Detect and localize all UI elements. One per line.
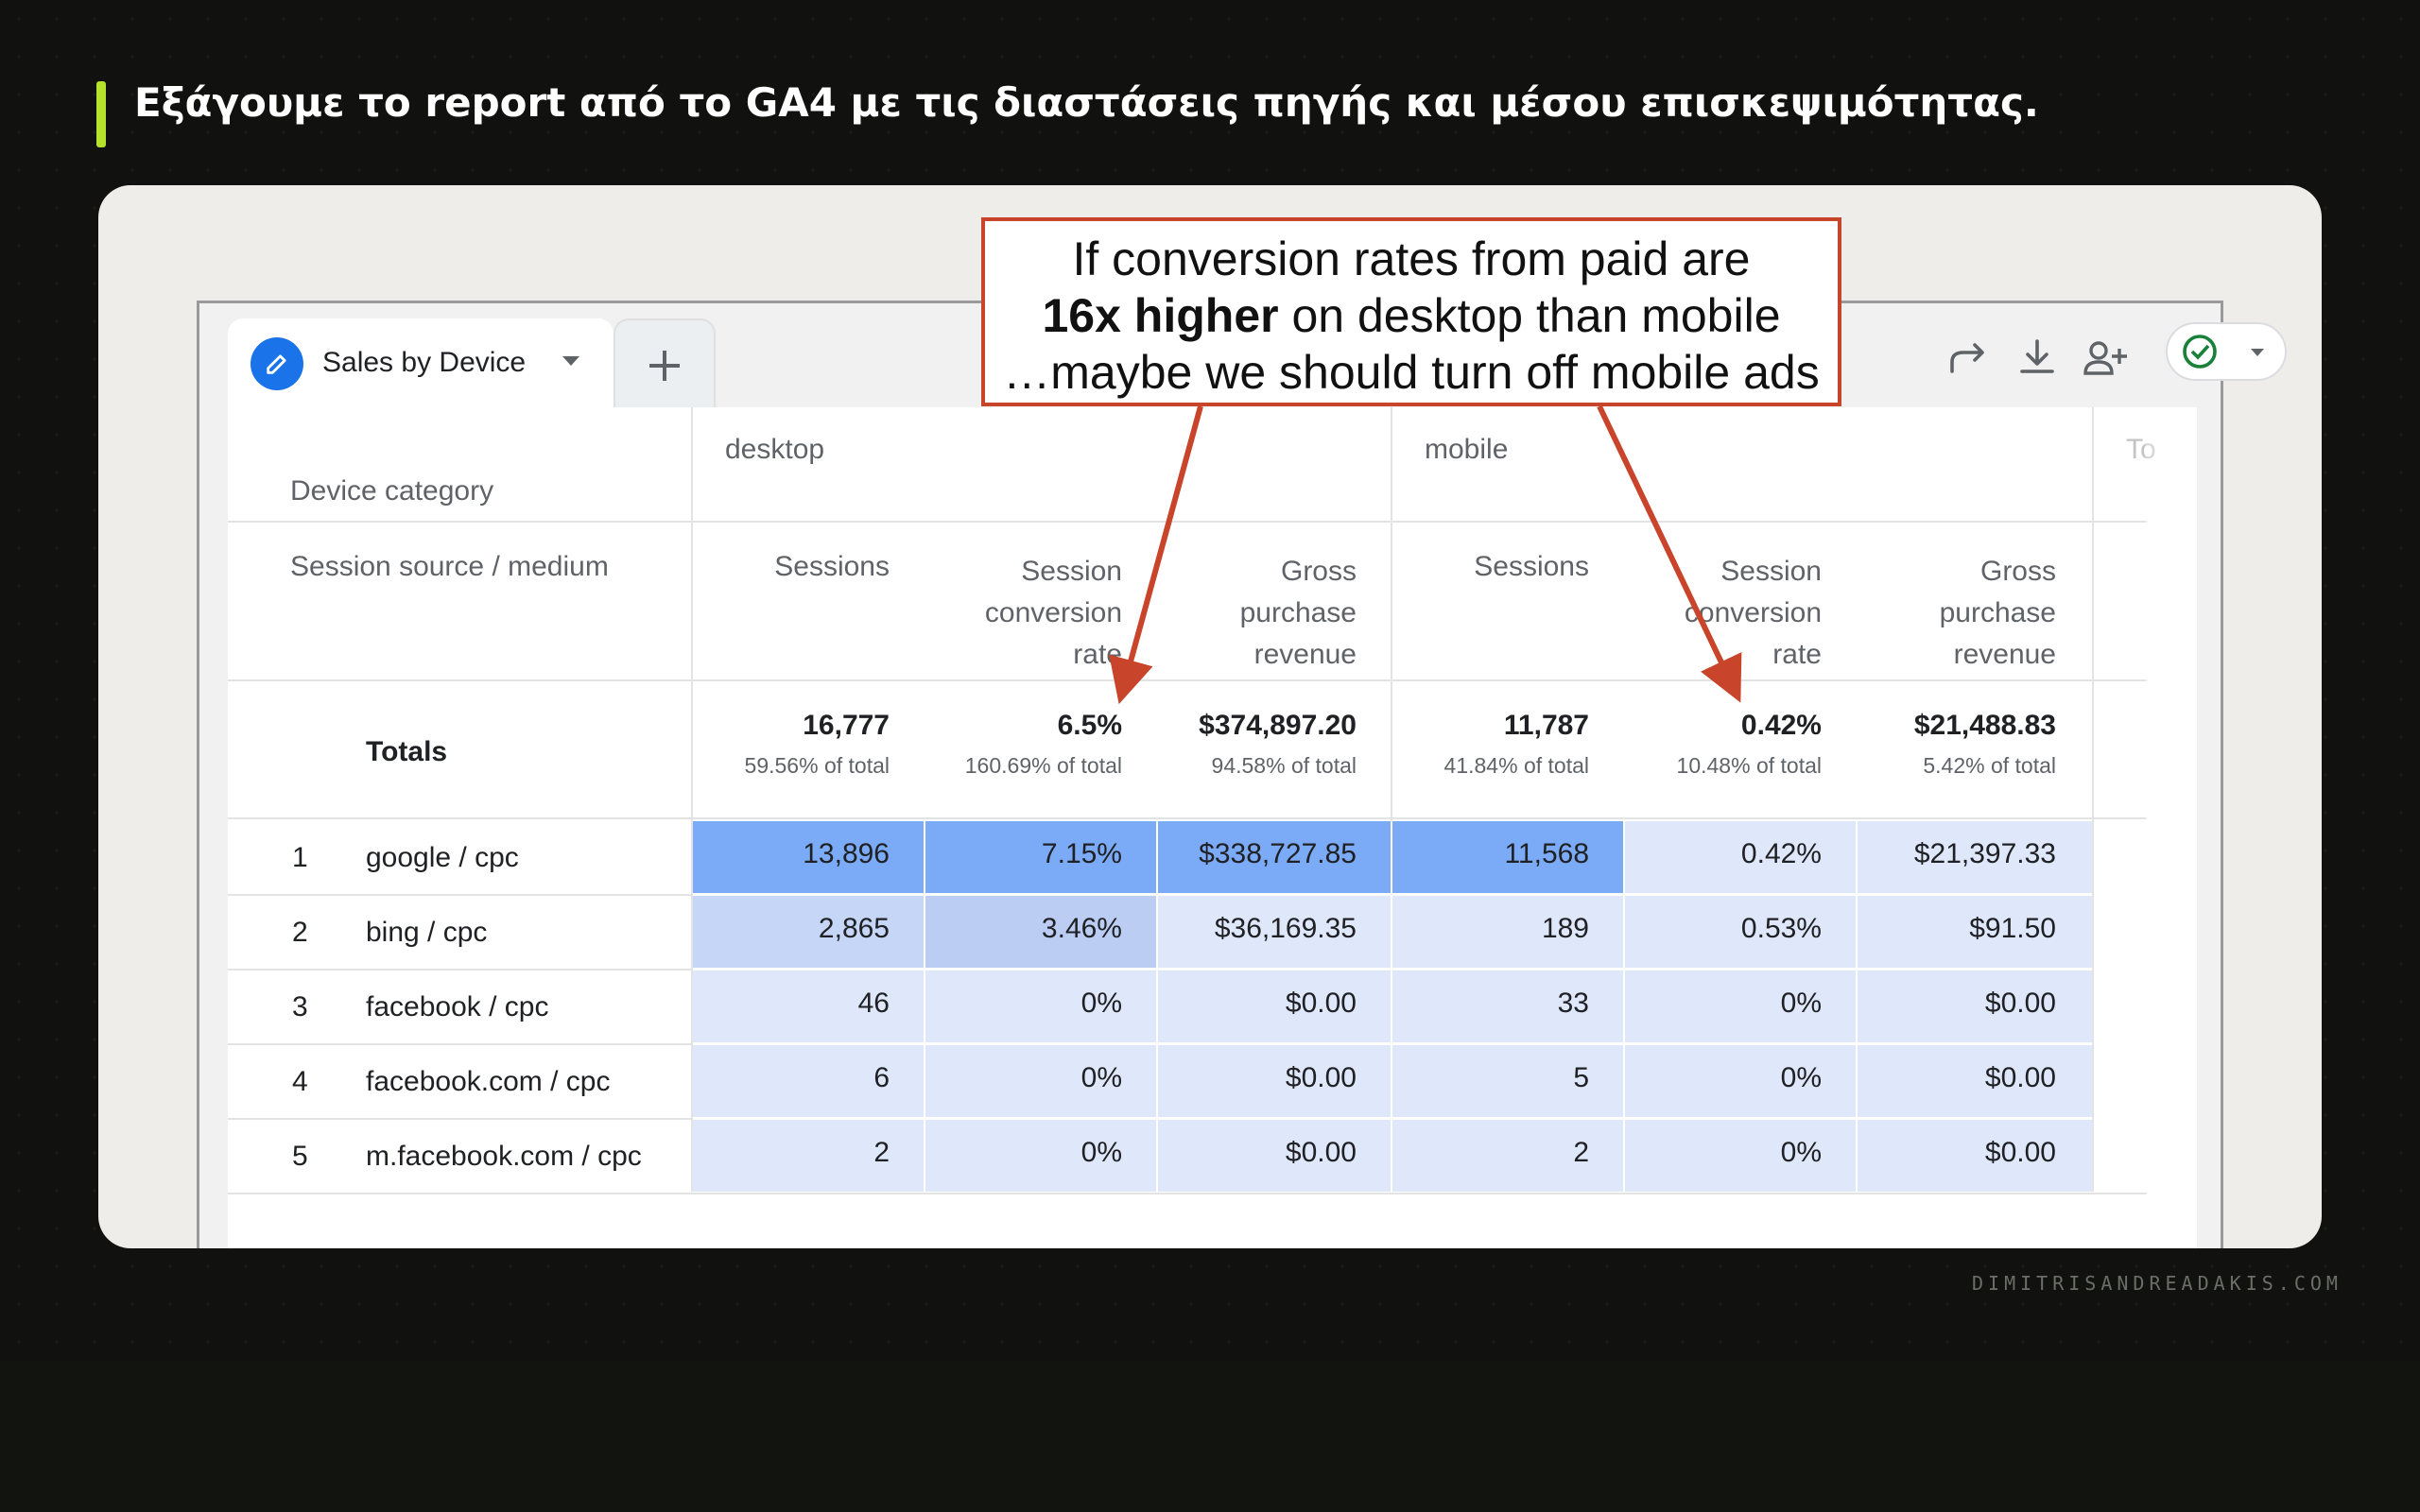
row-value: 0% xyxy=(1080,1062,1122,1093)
row-source[interactable]: m.facebook.com / cpc xyxy=(366,1141,642,1173)
screenshot-card: Sales by Device Device category Session … xyxy=(98,185,2322,1248)
row-value: 7.15% xyxy=(1041,838,1122,869)
callout-line-2: 16x higher on desktop than mobile xyxy=(1042,289,1781,342)
row-rank: 3 xyxy=(292,991,308,1022)
chevron-down-icon xyxy=(2251,349,2264,356)
row-value: $0.00 xyxy=(1285,988,1357,1019)
metric-header-revenue[interactable]: Gross purchase revenue xyxy=(1158,551,1357,676)
row-value: $0.00 xyxy=(1984,1137,2056,1168)
row-value: 46 xyxy=(857,988,890,1019)
callout-line-1: If conversion rates from paid are xyxy=(1072,232,1751,285)
total-value: 16,777 59.56% of total xyxy=(744,710,890,778)
slide-headline: Εξάγουμε το report από το GA4 με τις δια… xyxy=(134,79,2039,126)
edit-pencil-icon[interactable] xyxy=(251,337,303,390)
metric-header-sessions[interactable]: Sessions xyxy=(1392,551,1589,583)
source-medium-header[interactable]: Session source / medium xyxy=(290,551,609,583)
ga4-report-frame: Sales by Device Device category Session … xyxy=(197,301,2287,1248)
row-source[interactable]: bing / cpc xyxy=(366,917,487,949)
device-category-header[interactable]: Device category xyxy=(290,475,493,507)
metric-header-conv-rate[interactable]: Session conversion rate xyxy=(1625,551,1822,676)
row-value: 0% xyxy=(1780,988,1822,1019)
row-value: $0.00 xyxy=(1984,988,2056,1019)
row-value: 2,865 xyxy=(818,913,890,944)
row-value: 0% xyxy=(1780,1137,1822,1168)
total-value: $21,488.83 5.42% of total xyxy=(1913,710,2056,778)
row-value: 2 xyxy=(1573,1137,1589,1168)
row-source[interactable]: google / cpc xyxy=(366,842,519,874)
row-value: 5 xyxy=(1573,1062,1589,1093)
annotation-callout: If conversion rates from paid are 16x hi… xyxy=(981,217,1841,406)
row-value: $36,169.35 xyxy=(1214,913,1357,944)
row-value: $0.00 xyxy=(1984,1062,2056,1093)
total-value: 0.42% 10.48% of total xyxy=(1676,710,1822,778)
metric-header-conv-rate[interactable]: Session conversion rate xyxy=(925,551,1122,676)
totals-label: Totals xyxy=(366,736,448,767)
callout-line-3: …maybe we should turn off mobile ads xyxy=(1003,346,1820,399)
row-value: $0.00 xyxy=(1285,1137,1357,1168)
tab-sales-by-device[interactable]: Sales by Device xyxy=(228,318,614,411)
row-value: 2 xyxy=(873,1137,890,1168)
group-desktop: desktop xyxy=(725,434,825,465)
report-table: Device category Session source / medium … xyxy=(228,407,2197,1248)
total-value: 11,787 41.84% of total xyxy=(1443,710,1589,778)
row-value: 0.42% xyxy=(1740,838,1822,869)
table-overflow-fade xyxy=(2145,407,2197,1248)
row-rank: 1 xyxy=(292,842,308,873)
add-user-icon[interactable] xyxy=(2079,330,2135,387)
download-icon[interactable] xyxy=(2009,330,2066,387)
check-circle-icon xyxy=(2183,335,2217,369)
total-value: $374,897.20 94.58% of total xyxy=(1199,710,1357,778)
row-value: $0.00 xyxy=(1285,1062,1357,1093)
row-source[interactable]: facebook.com / cpc xyxy=(366,1066,610,1098)
row-value: 0% xyxy=(1080,988,1122,1019)
row-source[interactable]: facebook / cpc xyxy=(366,991,548,1023)
row-value: 0.53% xyxy=(1740,913,1822,944)
metric-header-sessions[interactable]: Sessions xyxy=(693,551,890,583)
metric-header-revenue[interactable]: Gross purchase revenue xyxy=(1858,551,2056,676)
tab-dropdown-icon[interactable] xyxy=(561,354,581,368)
row-value: 3.46% xyxy=(1041,913,1122,944)
row-value: 0% xyxy=(1080,1137,1122,1168)
site-watermark: DIMITRISANDREADAKIS.COM xyxy=(1972,1272,2342,1295)
tab-label: Sales by Device xyxy=(322,347,527,378)
row-value: $21,397.33 xyxy=(1913,838,2056,869)
row-rank: 2 xyxy=(292,917,308,948)
row-rank: 4 xyxy=(292,1066,308,1097)
status-dropdown[interactable] xyxy=(2166,322,2287,381)
plus-icon xyxy=(649,351,680,381)
row-value: 189 xyxy=(1541,913,1589,944)
row-value: 11,568 xyxy=(1504,838,1589,869)
row-value: 33 xyxy=(1557,988,1589,1019)
row-value: 0% xyxy=(1780,1062,1822,1093)
background-footer xyxy=(0,1361,2420,1512)
row-value: 6 xyxy=(873,1062,890,1093)
row-value: $338,727.85 xyxy=(1199,838,1357,869)
headline-accent-bar xyxy=(96,81,106,147)
total-value: 6.5% 160.69% of total xyxy=(964,710,1122,778)
row-value: $91.50 xyxy=(1969,913,2056,944)
share-icon[interactable] xyxy=(1941,330,1997,387)
row-value: 13,896 xyxy=(803,838,890,869)
group-mobile: mobile xyxy=(1425,434,1509,465)
add-tab-button[interactable] xyxy=(614,318,716,411)
row-rank: 5 xyxy=(292,1141,308,1172)
